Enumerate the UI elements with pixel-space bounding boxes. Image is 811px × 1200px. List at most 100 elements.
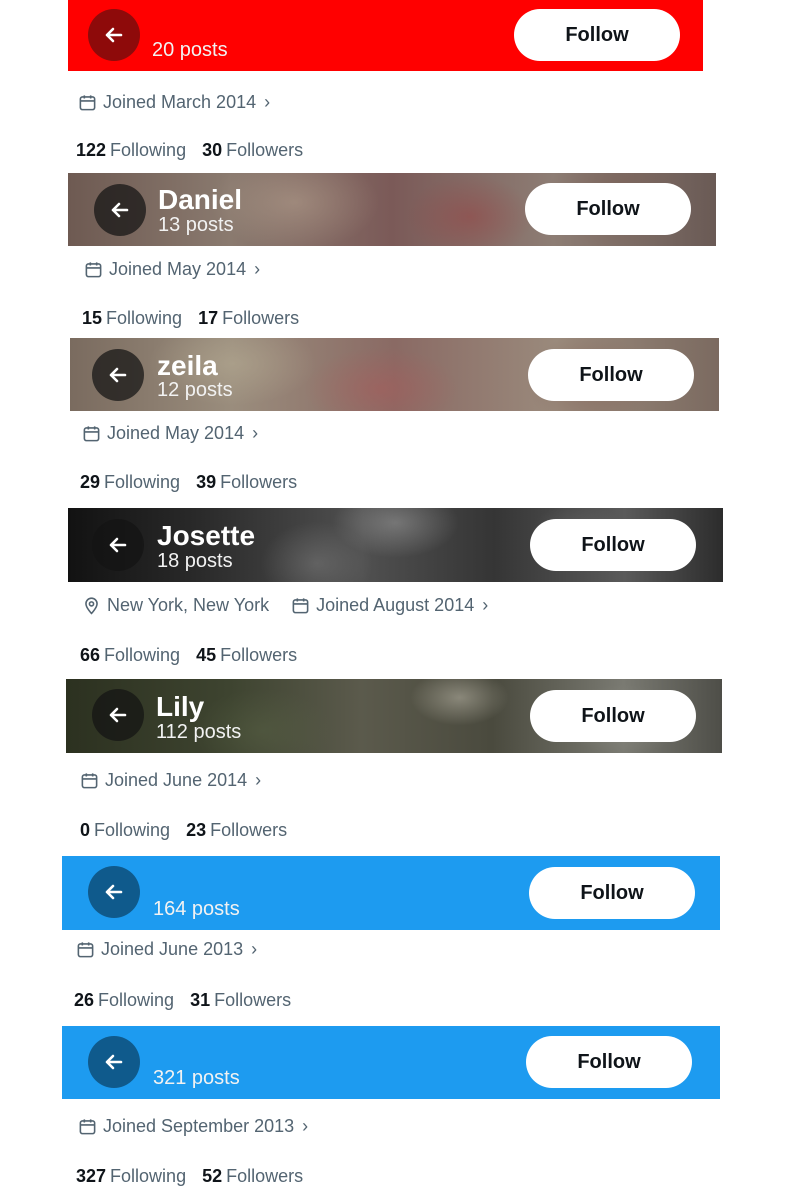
back-button[interactable] bbox=[88, 866, 140, 918]
join-date[interactable]: Joined September 2013 › bbox=[78, 1116, 308, 1137]
join-date[interactable]: Joined May 2014 › bbox=[82, 423, 258, 444]
profile-meta-4: New York, New York Joined August 2014 › bbox=[82, 595, 488, 616]
calendar-icon bbox=[79, 1119, 96, 1135]
following-count: 327 bbox=[76, 1166, 107, 1186]
chevron-right-icon: › bbox=[264, 92, 271, 112]
location: New York, New York bbox=[82, 595, 269, 616]
back-button[interactable] bbox=[92, 349, 144, 401]
profile-meta-7: Joined September 2013 › bbox=[78, 1116, 308, 1137]
follow-button[interactable]: Follow bbox=[530, 519, 696, 571]
following-label: Following bbox=[104, 472, 181, 492]
join-date[interactable]: Joined June 2014 › bbox=[80, 770, 261, 791]
follow-button[interactable]: Follow bbox=[514, 9, 680, 61]
profile-meta-1: Joined March 2014 › bbox=[78, 92, 270, 113]
follow-button[interactable]: Follow bbox=[529, 867, 695, 919]
following-count: 29 bbox=[80, 472, 101, 492]
join-date-label: Joined May 2014 bbox=[107, 423, 245, 443]
follow-stats-4: 66 Following 45 Followers bbox=[80, 645, 297, 666]
post-count: 321 posts bbox=[153, 1067, 240, 1089]
follow-stats-3: 29 Following 39 Followers bbox=[80, 472, 297, 493]
follow-button[interactable]: Follow bbox=[530, 690, 696, 742]
profile-header-6: 164 posts Follow bbox=[62, 856, 720, 930]
followers-link[interactable]: 45 Followers bbox=[196, 645, 297, 666]
follow-button[interactable]: Follow bbox=[526, 1036, 692, 1088]
followers-count: 17 bbox=[198, 308, 219, 328]
calendar-icon bbox=[79, 95, 96, 111]
arrow-left-icon bbox=[109, 367, 127, 383]
profile-meta-3: Joined May 2014 › bbox=[82, 423, 258, 444]
join-date[interactable]: Joined August 2014 › bbox=[291, 595, 488, 616]
back-button[interactable] bbox=[94, 184, 146, 236]
profile-header-1: 20 posts Follow bbox=[68, 0, 703, 71]
followers-count: 31 bbox=[190, 990, 211, 1010]
calendar-icon bbox=[81, 773, 98, 789]
profile-name: Josette bbox=[157, 520, 256, 551]
profile-name: zeila bbox=[157, 350, 218, 381]
followers-label: Followers bbox=[210, 820, 288, 840]
back-button[interactable] bbox=[92, 689, 144, 741]
post-count: 12 posts bbox=[157, 379, 233, 401]
arrow-left-icon bbox=[109, 707, 127, 723]
following-link[interactable]: 0 Following bbox=[80, 820, 170, 841]
back-button[interactable] bbox=[92, 519, 144, 571]
profile-header-2: Daniel 13 posts Follow bbox=[68, 173, 716, 246]
followers-link[interactable]: 31 Followers bbox=[190, 990, 291, 1011]
chevron-right-icon: › bbox=[302, 1116, 309, 1136]
chevron-right-icon: › bbox=[254, 259, 261, 279]
join-date-label: Joined June 2013 bbox=[101, 939, 244, 959]
followers-count: 30 bbox=[202, 140, 223, 160]
following-link[interactable]: 15 Following bbox=[82, 308, 182, 329]
following-label: Following bbox=[98, 990, 175, 1010]
following-count: 15 bbox=[82, 308, 103, 328]
back-button[interactable] bbox=[88, 1036, 140, 1088]
post-count: 18 posts bbox=[157, 550, 233, 572]
follow-stats-5: 0 Following 23 Followers bbox=[80, 820, 287, 841]
followers-label: Followers bbox=[226, 140, 304, 160]
profile-name: Daniel bbox=[158, 184, 243, 215]
chevron-right-icon: › bbox=[482, 595, 489, 615]
follow-button[interactable]: Follow bbox=[525, 183, 691, 235]
followers-label: Followers bbox=[220, 645, 298, 665]
join-date-label: Joined June 2014 bbox=[105, 770, 248, 790]
arrow-left-icon bbox=[105, 884, 123, 900]
back-button[interactable] bbox=[88, 9, 140, 61]
followers-count: 39 bbox=[196, 472, 217, 492]
following-link[interactable]: 66 Following bbox=[80, 645, 180, 666]
profile-header-5: Lily 112 posts Follow bbox=[66, 679, 722, 753]
post-count: 20 posts bbox=[152, 39, 228, 61]
arrow-left-icon bbox=[111, 202, 129, 218]
post-count: 13 posts bbox=[158, 214, 234, 236]
chevron-right-icon: › bbox=[251, 939, 258, 959]
calendar-icon bbox=[77, 942, 94, 958]
followers-link[interactable]: 17 Followers bbox=[198, 308, 299, 329]
following-label: Following bbox=[110, 1166, 187, 1186]
following-link[interactable]: 327 Following bbox=[76, 1166, 186, 1187]
location-pin-icon bbox=[85, 597, 98, 615]
followers-link[interactable]: 52 Followers bbox=[202, 1166, 303, 1187]
following-count: 0 bbox=[80, 820, 91, 840]
profile-meta-2: Joined May 2014 › bbox=[84, 259, 260, 280]
arrow-left-icon bbox=[109, 537, 127, 553]
following-link[interactable]: 26 Following bbox=[74, 990, 174, 1011]
following-link[interactable]: 29 Following bbox=[80, 472, 180, 493]
arrow-left-icon bbox=[105, 1054, 123, 1070]
followers-count: 45 bbox=[196, 645, 217, 665]
profile-header-4: Josette 18 posts Follow bbox=[68, 508, 723, 582]
join-date[interactable]: Joined June 2013 › bbox=[76, 939, 257, 960]
follow-button[interactable]: Follow bbox=[528, 349, 694, 401]
post-count: 112 posts bbox=[156, 721, 242, 743]
follow-stats-7: 327 Following 52 Followers bbox=[76, 1166, 303, 1187]
join-date[interactable]: Joined March 2014 › bbox=[78, 92, 270, 113]
followers-label: Followers bbox=[222, 308, 300, 328]
follow-stats-1: 122 Following 30 Followers bbox=[76, 140, 303, 161]
join-date-label: Joined September 2013 bbox=[103, 1116, 295, 1136]
join-date-label: Joined March 2014 bbox=[103, 92, 257, 112]
following-link[interactable]: 122 Following bbox=[76, 140, 186, 161]
followers-label: Followers bbox=[214, 990, 292, 1010]
location-label: New York, New York bbox=[107, 595, 270, 615]
calendar-icon bbox=[85, 262, 102, 278]
followers-link[interactable]: 30 Followers bbox=[202, 140, 303, 161]
join-date[interactable]: Joined May 2014 › bbox=[84, 259, 260, 280]
followers-link[interactable]: 23 Followers bbox=[186, 820, 287, 841]
followers-link[interactable]: 39 Followers bbox=[196, 472, 297, 493]
